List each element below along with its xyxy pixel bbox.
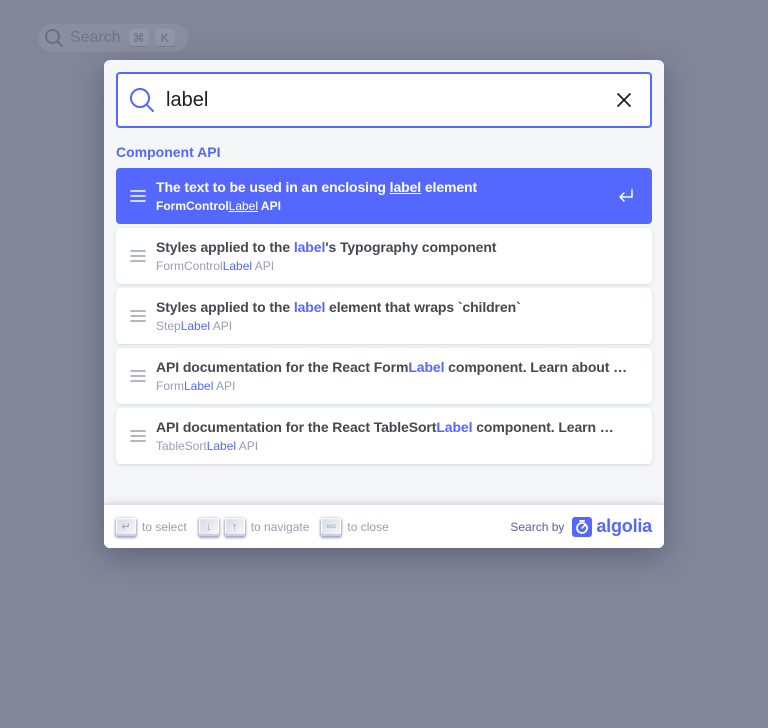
search-icon bbox=[130, 88, 154, 112]
enter-icon bbox=[619, 189, 633, 202]
result-title: API documentation for the React TableSor… bbox=[156, 419, 614, 435]
close-hint: to close bbox=[347, 519, 389, 534]
background-search-label: Search bbox=[70, 29, 121, 46]
select-hint: to select bbox=[142, 519, 187, 534]
modal-footer: ↵ to select ↓ ↑ to navigate esc to close… bbox=[104, 504, 664, 548]
result-path: FormControlLabel API bbox=[156, 199, 281, 213]
arrow-up-key: ↑ bbox=[224, 517, 245, 536]
result-path: StepLabel API bbox=[156, 319, 233, 333]
result-item[interactable]: API documentation for the React FormLabe… bbox=[116, 348, 652, 404]
search-modal: Component API The text to be used in an … bbox=[104, 60, 664, 548]
navigate-hint: to navigate bbox=[250, 519, 310, 534]
command-key: ⌘ bbox=[128, 29, 149, 47]
algolia-logo-icon bbox=[572, 516, 593, 537]
search-icon bbox=[45, 29, 63, 47]
hamburger-icon bbox=[130, 310, 146, 322]
k-key: K bbox=[154, 29, 175, 47]
search-bar bbox=[116, 72, 652, 128]
clear-icon[interactable] bbox=[614, 90, 634, 110]
escape-key: esc bbox=[321, 517, 342, 536]
section-title: Component API bbox=[116, 144, 221, 160]
hamburger-icon bbox=[130, 250, 146, 262]
result-title: API documentation for the React FormLabe… bbox=[156, 359, 628, 375]
result-item[interactable]: Styles applied to the label's Typography… bbox=[116, 228, 652, 284]
arrow-down-key: ↓ bbox=[198, 517, 219, 536]
result-item[interactable]: The text to be used in an enclosing labe… bbox=[116, 168, 652, 224]
result-title: The text to be used in an enclosing labe… bbox=[156, 179, 478, 195]
result-item[interactable]: Styles applied to the label element that… bbox=[116, 288, 652, 344]
result-path: FormLabel API bbox=[156, 379, 236, 393]
result-title: Styles applied to the label's Typography… bbox=[156, 239, 497, 255]
result-path: TableSortLabel API bbox=[156, 439, 259, 453]
hamburger-icon bbox=[130, 430, 146, 442]
result-title: Styles applied to the label element that… bbox=[156, 299, 521, 315]
result-path: FormControlLabel API bbox=[156, 259, 275, 273]
results-list: The text to be used in an enclosing labe… bbox=[116, 168, 652, 468]
hamburger-icon bbox=[130, 190, 146, 202]
search-by-label: Search by bbox=[510, 519, 565, 534]
result-item[interactable]: API documentation for the React TableSor… bbox=[116, 408, 652, 464]
algolia-wordmark: algolia bbox=[596, 516, 652, 536]
enter-key: ↵ bbox=[116, 517, 136, 536]
background-search-button: Search ⌘ K bbox=[38, 24, 188, 52]
hamburger-icon bbox=[130, 370, 146, 382]
search-by-algolia-link[interactable]: Search by algolia bbox=[510, 516, 652, 537]
search-input[interactable] bbox=[166, 88, 606, 112]
